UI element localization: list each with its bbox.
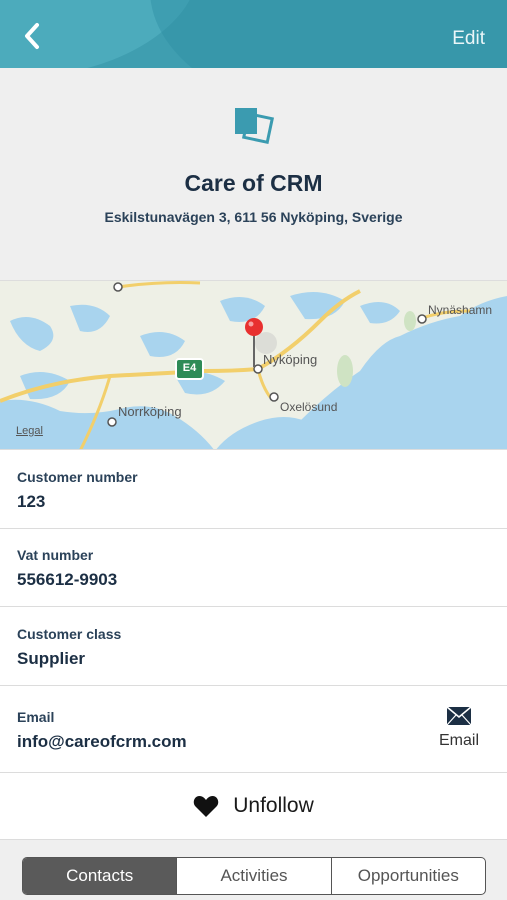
email-row: Email info@careofcrm.com xyxy=(0,686,507,773)
tab-activities[interactable]: Activities xyxy=(177,858,332,894)
email-value[interactable]: info@careofcrm.com xyxy=(17,732,187,752)
map-label-nykoping: Nyköping xyxy=(263,352,318,367)
company-logo-icon xyxy=(235,108,275,145)
field-value: 123 xyxy=(17,492,46,511)
customer-class-row: Customer class Supplier xyxy=(0,607,507,686)
nav-bar: Edit xyxy=(0,0,507,68)
field-label: Vat number xyxy=(17,547,94,563)
tab-opportunities[interactable]: Opportunities xyxy=(332,858,485,894)
unfollow-label: Unfollow xyxy=(233,794,314,817)
unfollow-button[interactable]: Unfollow xyxy=(0,773,507,840)
map-label-oxelosund: Oxelösund xyxy=(280,400,338,414)
tab-contacts[interactable]: Contacts xyxy=(23,858,178,894)
edit-button[interactable]: Edit xyxy=(452,28,485,50)
back-button[interactable] xyxy=(14,18,50,54)
map-label-road: E4 xyxy=(182,362,197,374)
field-value: 556612-9903 xyxy=(17,570,118,589)
bottom-tab-area: Contacts Activities Opportunities xyxy=(0,840,507,900)
envelope-icon xyxy=(446,706,472,726)
chevron-left-icon xyxy=(25,23,39,49)
send-email-label: Email xyxy=(438,732,479,749)
segmented-control: Contacts Activities Opportunities xyxy=(22,857,486,895)
send-email-button[interactable]: Email xyxy=(437,706,481,750)
location-map[interactable]: E4 Nyköping Norrköping Oxelösund Nynäsha… xyxy=(0,280,507,450)
company-name: Care of CRM xyxy=(184,170,323,196)
map-legal-link[interactable]: Legal xyxy=(16,425,43,437)
heart-icon xyxy=(193,796,219,817)
map-label-nynashamn: Nynäshamn xyxy=(428,303,493,317)
field-label: Customer class xyxy=(17,626,122,642)
field-label: Customer number xyxy=(17,469,138,485)
field-value: Supplier xyxy=(17,649,86,668)
map-label-norrkoping: Norrköping xyxy=(118,404,182,419)
vat-number-row: Vat number 556612-9903 xyxy=(0,529,507,607)
customer-number-row: Customer number 123 xyxy=(0,450,507,529)
company-address: Eskilstunavägen 3, 611 56 Nyköping, Sver… xyxy=(104,209,403,225)
field-label: Email xyxy=(17,709,55,725)
